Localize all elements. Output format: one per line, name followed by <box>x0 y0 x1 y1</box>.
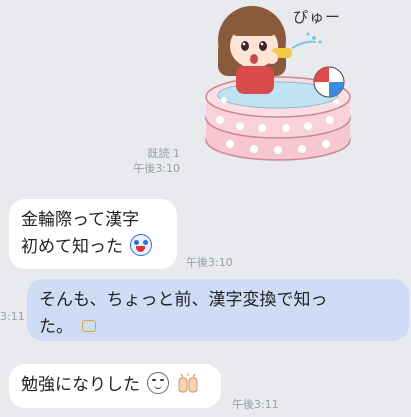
sticker-sound-text: ぴゅー <box>293 8 342 26</box>
outgoing-message[interactable]: そんも、ちょっと前、漢字変換で知っ た。 <box>27 279 409 341</box>
message-text-line: そんも、ちょっと前、漢字変換で知っ <box>39 290 328 310</box>
message-text: 勉強になりした <box>21 375 140 395</box>
message-text-line: 初めて知った <box>21 234 165 261</box>
message-text: 初めて知った <box>21 237 123 257</box>
chat-view: ぴゅー 既読 1 午後3:10 金輪際って漢字 初めて知った 午後3:10 3:… <box>0 0 411 417</box>
surprised-face-emoji-icon <box>130 234 153 256</box>
clapping-hands-emoji-icon <box>178 373 198 393</box>
read-receipt: 既読 1 <box>147 147 181 160</box>
message-text-line: 金輪際って漢字 <box>21 210 140 230</box>
message-time: 午後3:10 <box>133 162 180 175</box>
message-text: た。 <box>39 317 73 337</box>
sweat-emoji-icon <box>82 320 97 332</box>
message-time: 午後3:11 <box>232 398 279 411</box>
message-text-line: た。 <box>39 314 397 341</box>
message-time: 午後3:10 <box>186 256 233 269</box>
incoming-message[interactable]: 金輪際って漢字 初めて知った <box>9 199 177 269</box>
message-time: 3:11 <box>0 310 25 323</box>
smile-face-emoji-icon <box>147 372 170 394</box>
incoming-message[interactable]: 勉強になりした <box>9 364 221 408</box>
